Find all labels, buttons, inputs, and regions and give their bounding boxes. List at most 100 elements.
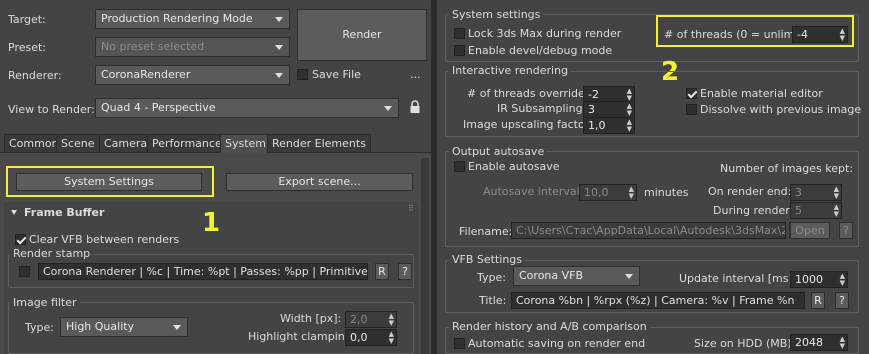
autosave-interval-label: Autosave interval: <box>483 185 584 198</box>
highlight-box-1 <box>6 166 214 197</box>
spinner-arrows-icon[interactable]: ▲ ▼ <box>840 273 845 287</box>
dissolve-checkbox[interactable] <box>686 104 697 115</box>
clear-vfb-checkbox[interactable] <box>15 234 26 245</box>
chevron-down-icon <box>173 325 181 330</box>
width-px-value: 2,0 <box>350 313 368 326</box>
during-render-label: During render: <box>713 204 794 217</box>
spinner-arrows-icon[interactable]: ▲ ▼ <box>834 186 839 200</box>
target-dropdown[interactable]: Production Rendering Mode <box>95 9 290 29</box>
update-interval-spinner[interactable]: 1000 ▲ ▼ <box>790 271 848 288</box>
spinner-arrows-icon[interactable]: ▲ ▼ <box>627 119 632 133</box>
output-autosave-title: Output autosave <box>449 145 548 158</box>
interactive-rendering-title: Interactive rendering <box>449 64 572 77</box>
filename-label: Filename: <box>459 225 513 238</box>
render-stamp-label: Render stamp <box>10 247 94 260</box>
vfb-title-help-button[interactable]: ? <box>835 292 849 309</box>
renderer-value: CoronaRenderer <box>101 68 191 81</box>
filter-type-value: High Quality <box>66 320 135 333</box>
width-px-label: Width [px]: <box>280 312 342 325</box>
target-label: Target: <box>8 13 46 26</box>
on-render-end-spinner[interactable]: 3 ▲ ▼ <box>790 184 842 201</box>
target-value: Production Rendering Mode <box>101 12 253 25</box>
tab-render-elements[interactable]: Render Elements <box>267 134 371 153</box>
spinner-arrows-icon[interactable]: ▲ ▼ <box>389 313 394 327</box>
images-kept-label: Number of images kept: <box>720 162 854 175</box>
filter-type-label: Type: <box>25 321 54 334</box>
spinner-arrows-icon[interactable]: ▲ ▼ <box>627 88 632 102</box>
vfb-type-value: Corona VFB <box>519 269 584 282</box>
vfb-title-label: Title: <box>479 294 507 307</box>
size-hdd-spinner[interactable]: 2048 ▲ ▼ <box>790 334 848 351</box>
devel-mode-checkbox[interactable] <box>454 45 465 56</box>
view-to-render-label: View to Render: <box>8 103 95 116</box>
frame-buffer-title[interactable]: Frame Buffer <box>24 206 104 219</box>
system-settings-title: System settings <box>449 8 544 21</box>
renderer-dropdown[interactable]: CoronaRenderer <box>95 65 290 85</box>
left-panel: Target: Production Rendering Mode Preset… <box>0 0 431 354</box>
material-editor-checkbox[interactable] <box>686 88 697 99</box>
ir-subsampling-spinner[interactable]: 3 ▲ ▼ <box>583 101 635 118</box>
render-button[interactable]: Render <box>297 9 427 61</box>
render-stamp-checkbox[interactable] <box>19 266 30 277</box>
lock-max-checkbox[interactable] <box>454 28 465 39</box>
tab-camera[interactable]: Camera <box>99 134 153 153</box>
threads-override-value: -2 <box>588 88 599 101</box>
chevron-down-icon <box>275 45 283 50</box>
autosave-interval-spinner[interactable]: 10,0 ▲ ▼ <box>579 184 637 201</box>
size-hdd-value: 2048 <box>795 336 823 349</box>
auto-saving-label: Automatic saving on render end <box>468 337 646 350</box>
highlight-clamping-spinner[interactable]: 0,0 ▲ ▼ <box>345 329 397 346</box>
upscaling-factor-spinner[interactable]: 1,0 ▲ ▼ <box>583 117 635 134</box>
spinner-arrows-icon[interactable]: ▲ ▼ <box>840 336 845 350</box>
chevron-down-icon <box>275 73 283 78</box>
tab-scene[interactable]: Scene <box>56 134 100 153</box>
size-hdd-label: Size on HDD (MB): <box>694 337 796 350</box>
threads-override-label: # of threads override: <box>467 87 589 100</box>
render-stamp-r-button[interactable]: R <box>375 263 389 280</box>
renderer-label: Renderer: <box>8 69 62 82</box>
open-button[interactable]: Open <box>790 222 830 239</box>
width-px-spinner[interactable]: 2,0 ▲ ▼ <box>345 311 397 328</box>
spinner-arrows-icon[interactable]: ▲ ▼ <box>627 103 632 117</box>
vfb-settings-title: VFB Settings <box>449 253 526 266</box>
preset-label: Preset: <box>8 41 47 54</box>
autosave-help-button[interactable]: ? <box>839 222 853 239</box>
lock-icon[interactable] <box>410 100 420 114</box>
vfb-title-field[interactable]: Corona %bn | %rpx (%z) | Camera: %v | Fr… <box>511 292 805 309</box>
collapse-arrow-icon[interactable] <box>11 210 17 215</box>
render-stamp-field[interactable]: Corona Renderer | %c | Time: %pt | Passe… <box>38 263 368 280</box>
preset-value: No preset selected <box>101 40 205 53</box>
material-editor-label: Enable material editor <box>700 87 823 100</box>
tab-performance[interactable]: Performance <box>147 134 227 153</box>
highlight-clamping-label: Highlight clamping: <box>248 330 356 343</box>
during-render-spinner[interactable]: 5 ▲ ▼ <box>790 202 842 219</box>
spinner-arrows-icon[interactable]: ▲ ▼ <box>834 204 839 218</box>
save-file-browse-button[interactable]: ... <box>410 68 421 81</box>
preset-dropdown[interactable]: No preset selected <box>95 37 290 57</box>
save-file-checkbox[interactable] <box>297 69 308 80</box>
tab-system[interactable]: System <box>220 134 272 153</box>
highlight-box-2 <box>656 15 854 47</box>
chevron-down-icon <box>275 17 283 22</box>
export-scene-button[interactable]: Export scene... <box>226 173 413 191</box>
image-filter-label: Image filter <box>10 296 80 309</box>
on-render-end-value: 3 <box>795 186 802 199</box>
enable-autosave-checkbox[interactable] <box>454 161 465 172</box>
auto-saving-checkbox[interactable] <box>454 338 465 349</box>
render-stamp-help-button[interactable]: ? <box>398 263 412 280</box>
spinner-arrows-icon[interactable]: ▲ ▼ <box>629 186 634 200</box>
filter-type-dropdown[interactable]: High Quality <box>60 317 188 337</box>
devel-mode-label: Enable devel/debug mode <box>468 44 613 57</box>
tab-common[interactable]: Common <box>4 134 64 153</box>
chevron-down-icon <box>384 106 392 111</box>
vfb-title-r-button[interactable]: R <box>811 292 825 309</box>
vfb-type-dropdown[interactable]: Corona VFB <box>513 266 640 286</box>
during-render-value: 5 <box>795 204 802 217</box>
spinner-arrows-icon[interactable]: ▲ ▼ <box>389 331 394 345</box>
scrollbar[interactable] <box>421 158 429 354</box>
render-setup-window: Target: Production Rendering Mode Preset… <box>0 0 869 354</box>
view-to-render-dropdown[interactable]: Quad 4 - Perspective <box>95 98 399 118</box>
ir-subsampling-label: IR Subsampling: <box>497 102 587 115</box>
autosave-interval-value: 10,0 <box>584 186 609 199</box>
filename-field[interactable]: C:\Users\Стас\AppData\Local\Autodesk\3ds… <box>511 222 786 239</box>
